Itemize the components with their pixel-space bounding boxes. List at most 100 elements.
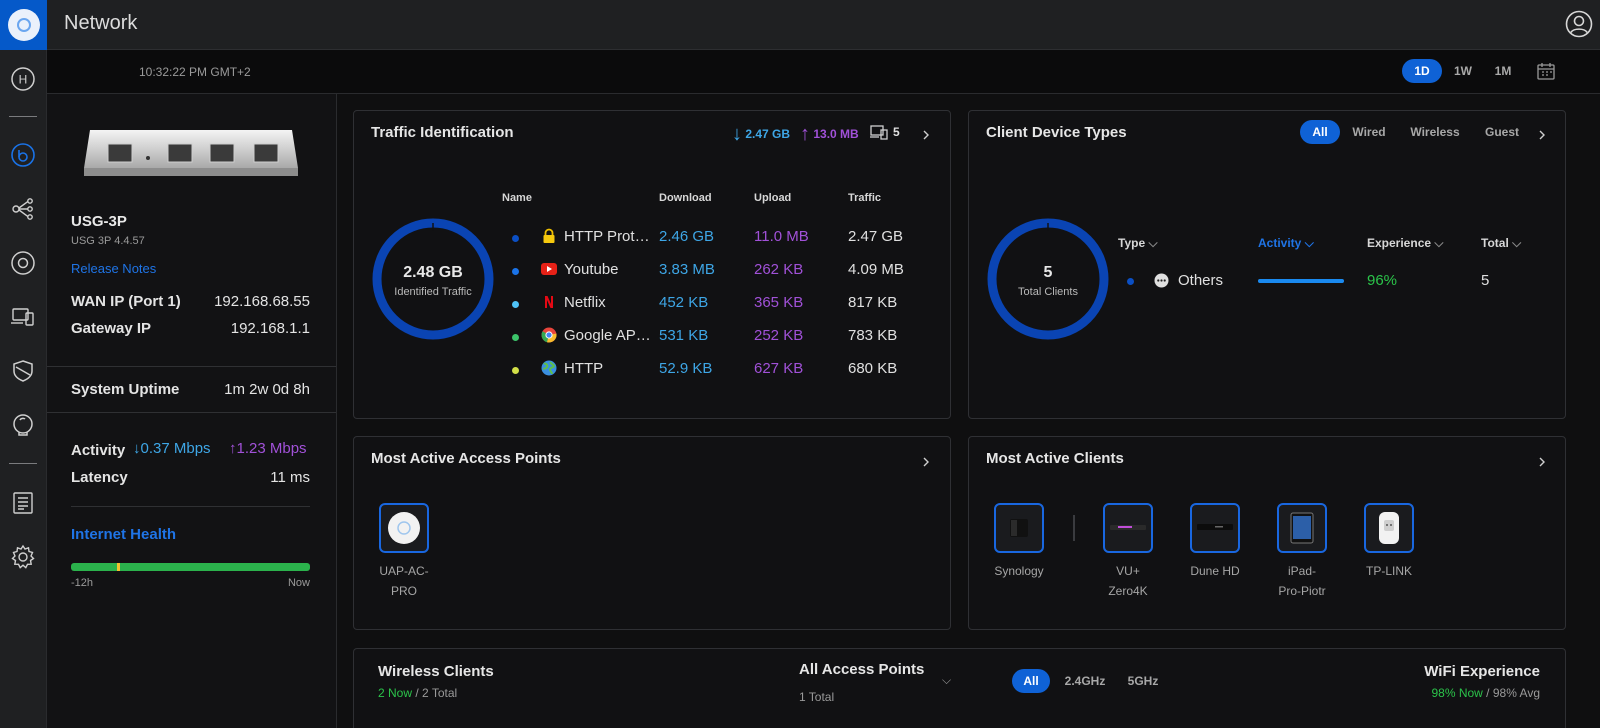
traffic-identification-card: Traffic Identification ↓ 2.47 GB ↑ 13.0 … [353,110,951,419]
user-avatar-icon[interactable] [1565,10,1593,38]
tab-all[interactable]: All [1300,120,1340,144]
column-type[interactable]: Type ⌵ [1118,236,1158,251]
activity-bar-fill [1258,279,1344,283]
settings-icon[interactable] [7,541,39,573]
column-experience[interactable]: Experience ⌵ [1367,236,1444,251]
app-name: Youtube [564,261,619,278]
health-end-label: Now [287,577,310,589]
most-active-clients-card: Most Active Clients Synology VU+ Zero4K … [968,436,1566,630]
health-warning-marker [117,563,120,571]
upload-value: 627 KB [754,360,804,377]
calendar-icon[interactable] [1536,61,1556,81]
wifi-experience-values: 98% Now / 98% Avg [1431,686,1540,700]
download-value: 2.46 GB [659,228,715,245]
dune-hd-device-icon[interactable] [1190,503,1240,553]
wireless-clients-title[interactable]: Wireless Clients [378,663,494,680]
vuplus-device-icon[interactable] [1103,503,1153,553]
release-notes-link[interactable]: Release Notes [71,261,156,276]
tab-guest[interactable]: Guest [1478,120,1526,144]
devices-icon[interactable] [7,247,39,279]
up-total-value: 13.0 MB [813,127,859,141]
upload-value: 11.0 MB [754,228,809,245]
alerts-log-icon[interactable] [7,487,39,519]
wifi-experience-title[interactable]: WiFi Experience [1424,663,1540,680]
topology-icon[interactable] [7,193,39,225]
access-point-label[interactable]: UAP-AC- PRO [364,561,444,601]
range-1m-button[interactable]: 1M [1485,59,1521,83]
range-1w-button[interactable]: 1W [1445,59,1481,83]
column-upload[interactable]: Upload [754,192,791,204]
gateway-device-image [82,128,300,180]
client-label[interactable]: TP-LINK [1349,561,1429,581]
traffic-value: 817 KB [848,294,898,311]
chevron-down-icon: ⌵ [1148,236,1158,250]
traffic-value: 680 KB [848,360,898,377]
column-download[interactable]: Download [659,192,712,204]
client-label[interactable]: Synology [979,561,1059,581]
app-name: HTTP Prot… [564,228,650,245]
download-value: 3.83 MB [659,261,715,278]
range-1d-button[interactable]: 1D [1402,59,1442,83]
wireless-now: 2 Now [378,686,413,700]
chevron-right-icon[interactable] [1537,454,1547,467]
wireless-clients-count: 2 Now / 2 Total [378,686,457,700]
wifi-avg: / 98% Avg [1486,686,1540,700]
wireless-total: / 2 Total [415,686,458,700]
home-icon[interactable]: H [7,63,39,95]
column-name[interactable]: Name [502,192,532,204]
column-total[interactable]: Total ⌵ [1481,236,1521,251]
current-time: 10:32:22 PM GMT+2 [139,65,251,79]
clients-icon[interactable] [7,301,39,333]
app-name: HTTP [564,360,604,377]
internet-health-title[interactable]: Internet Health [71,526,176,543]
more-icon [1154,273,1169,288]
series-dot [512,334,519,341]
tab-wireless[interactable]: Wireless [1403,120,1467,144]
chevron-right-icon[interactable] [921,127,931,140]
total-value: 5 [1481,272,1490,289]
access-point-icon[interactable] [379,503,429,553]
latency-label: Latency [71,469,128,486]
column-traffic[interactable]: Traffic [848,192,881,204]
insights-icon[interactable] [7,355,39,387]
events-icon[interactable] [7,409,39,441]
health-start-label: -12h [71,577,94,589]
client-label[interactable]: iPad- Pro-Piotr [1262,561,1342,601]
band-tab-all[interactable]: All [1012,669,1050,693]
card-title[interactable]: Most Active Access Points [371,450,561,467]
wireless-clients-card: Wireless Clients 2 Now / 2 Total All Acc… [353,648,1566,728]
card-title[interactable]: Most Active Clients [986,450,1124,467]
arrow-up-icon: ↑ [800,123,810,145]
chevron-right-icon[interactable] [921,454,931,467]
latency-value: 11 ms [270,469,310,486]
client-label[interactable]: Dune HD [1175,561,1255,581]
activity-down: ↓0.37 Mbps [133,440,211,457]
chrome-icon [541,327,557,343]
tab-wired[interactable]: Wired [1345,120,1393,144]
donut-label: Total Clients [1018,286,1078,298]
unifi-logo[interactable] [0,0,47,50]
home-letter: H [19,73,28,87]
band-tab-5ghz[interactable]: 5GHz [1122,669,1164,693]
arrow-up-icon: ↑ [229,440,237,457]
band-tab-2-4ghz[interactable]: 2.4GHz [1059,669,1111,693]
ipad-device-icon[interactable] [1277,503,1327,553]
synology-device-icon[interactable] [994,503,1044,553]
card-title[interactable]: Traffic Identification [371,124,514,141]
arrow-down-icon: ↓ [732,123,742,145]
wan-ip-label: WAN IP (Port 1) [71,293,181,310]
chevron-right-icon[interactable] [1537,127,1547,140]
traffic-value: 4.09 MB [848,261,904,278]
access-point-selector[interactable]: All Access Points [799,661,924,678]
tp-link-plug-icon[interactable] [1364,503,1414,553]
download-value: 452 KB [659,294,709,311]
chevron-down-icon: ⌵ [1512,236,1522,250]
chevron-down-icon[interactable]: ⌵ [942,673,951,688]
nav-divider [9,116,37,117]
card-title[interactable]: Client Device Types [986,124,1127,141]
statistics-icon[interactable] [7,139,39,171]
upload-value: 365 KB [754,294,804,311]
column-activity[interactable]: Activity ⌵ [1258,236,1314,251]
client-label[interactable]: VU+ Zero4K [1088,561,1168,601]
activity-bar [1258,279,1344,283]
